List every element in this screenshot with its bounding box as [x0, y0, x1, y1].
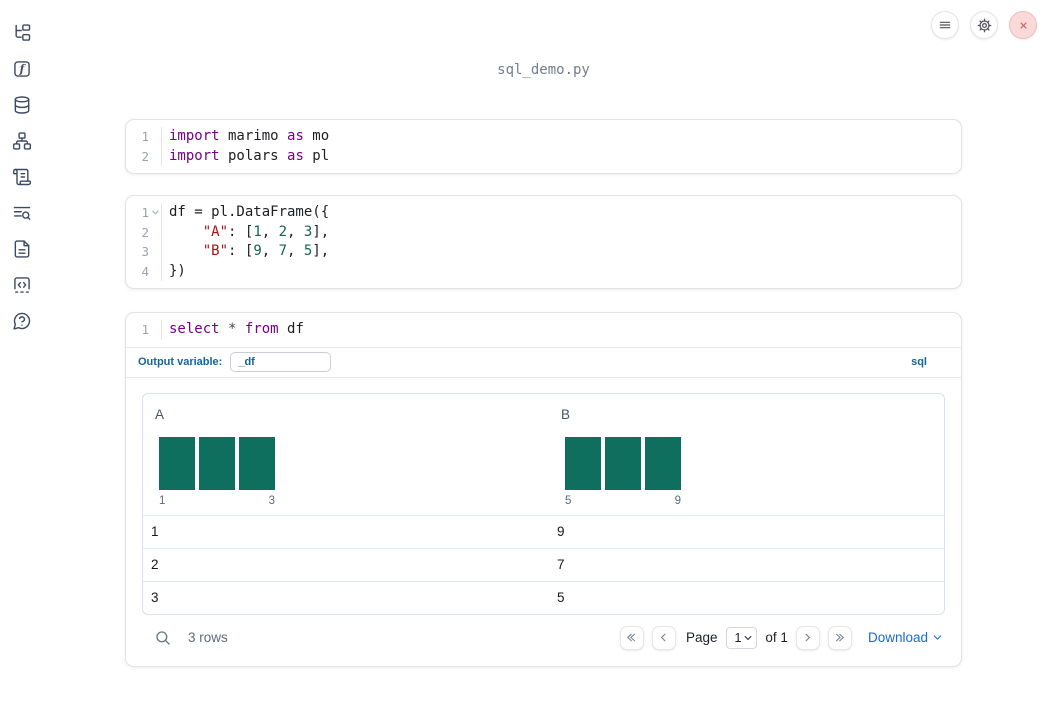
last-page-button[interactable]: [827, 625, 852, 650]
line-number: 1: [126, 320, 162, 340]
data-sources-icon[interactable]: [12, 95, 32, 115]
table-cell: 7: [557, 556, 565, 572]
histogram-bar: [199, 436, 235, 490]
sql-editor[interactable]: 1 select * from df: [126, 313, 961, 348]
code-line: 1 import marimo as mo: [126, 127, 961, 147]
dataframe-table: A13 B59 192735: [142, 392, 945, 615]
histogram-max-label: 9: [674, 494, 681, 507]
table-header-row: A13 B59: [143, 394, 944, 515]
cell-output: A13 B59 192735 3 rows Page 1 of 1 Downlo…: [126, 378, 961, 666]
column-name: A: [155, 406, 165, 422]
previous-page-button[interactable]: [651, 625, 676, 650]
settings-icon: [977, 18, 991, 32]
table-cell: 9: [557, 523, 565, 539]
chevrons-left-icon: [627, 633, 636, 642]
sql-cell-toolbar: Output variable: sql: [126, 347, 961, 378]
page-of-label: of 1: [765, 630, 788, 645]
column-header-a[interactable]: A13: [143, 394, 549, 515]
line-number: 1: [126, 203, 162, 223]
help-icon[interactable]: [12, 311, 32, 331]
pagination: Page 1 of 1 Download: [619, 625, 943, 650]
table-body: 192735: [143, 514, 944, 614]
code-text: select * from df: [169, 321, 304, 337]
table-cell: 3: [151, 589, 159, 605]
code-text: import polars as pl: [169, 147, 330, 164]
column-name: B: [561, 406, 571, 422]
fold-toggle-icon[interactable]: [151, 208, 160, 217]
code-editor[interactable]: 1 import marimo as mo 2 import polars as pl: [126, 120, 961, 173]
code-line: 3 "B": [9, 7, 5],: [126, 242, 961, 262]
row-count: 3 rows: [188, 630, 228, 645]
table-cell: 2: [151, 556, 159, 572]
line-number: 3: [126, 242, 162, 262]
table-footer: 3 rows Page 1 of 1 Download: [142, 623, 945, 653]
code-text: "A": [1, 2, 3],: [202, 223, 330, 240]
settings-button[interactable]: [970, 11, 998, 39]
language-badge: sql: [911, 356, 927, 368]
file-explorer-icon[interactable]: [12, 23, 32, 43]
line-number: 2: [126, 146, 162, 166]
code-line: 2 "A": [1, 2, 3],: [126, 222, 961, 242]
code-text: }): [169, 262, 186, 279]
chevron-right-icon: [806, 633, 811, 642]
chevron-left-icon: [661, 633, 666, 642]
shutdown-button[interactable]: [1009, 11, 1037, 39]
code-line: 1 df = pl.DataFrame({: [126, 203, 961, 223]
table-row: 27: [143, 547, 944, 581]
column-histogram: 59: [565, 436, 681, 508]
histogram-max-label: 3: [268, 494, 275, 507]
code-text: "B": [9, 7, 5],: [202, 243, 330, 259]
download-button[interactable]: Download: [868, 630, 943, 645]
helper-panel-sidebar: f: [0, 0, 44, 713]
output-variable-label: Output variable:: [138, 356, 223, 368]
notebook: sql_demo.py 1 import marimo as mo 2 import …: [125, 0, 962, 667]
page-select-value: 1: [734, 630, 742, 645]
functions-icon[interactable]: f: [12, 59, 32, 79]
histogram-bar: [239, 436, 275, 490]
code-line: 2 import polars as pl: [126, 146, 961, 166]
histogram-bar: [605, 436, 641, 490]
code-cell-dataframe: 1 df = pl.DataFrame({2 "A": [1, 2, 3], 3 "…: [125, 195, 962, 289]
histogram-min-label: 1: [159, 494, 166, 507]
notebook-filename[interactable]: sql_demo.py: [125, 62, 962, 79]
sql-cell: 1 select * from df Output variable: sql A…: [125, 312, 962, 667]
svg-text:f: f: [19, 63, 27, 76]
histogram-min-label: 5: [565, 494, 572, 507]
documentation-icon[interactable]: [12, 239, 32, 259]
scratchpad-icon[interactable]: [12, 167, 32, 187]
histogram-bar: [645, 436, 681, 490]
snippets-icon[interactable]: [12, 275, 32, 295]
line-number: 2: [126, 222, 162, 242]
table-cell: 5: [557, 589, 565, 605]
chevron-down-icon: [933, 635, 942, 640]
page-select[interactable]: 1: [726, 626, 758, 649]
code-editor[interactable]: 1 df = pl.DataFrame({2 "A": [1, 2, 3], 3 "…: [126, 196, 961, 288]
code-cell-imports: 1 import marimo as mo 2 import polars as pl: [125, 119, 962, 174]
first-page-button[interactable]: [619, 625, 644, 650]
histogram-bar: [159, 436, 195, 490]
line-number: 4: [126, 261, 162, 281]
page-label: Page: [685, 630, 718, 645]
code-line: 4}): [126, 261, 961, 281]
code-text: df = pl.DataFrame({: [169, 204, 330, 220]
dependency-graph-icon[interactable]: [12, 131, 32, 151]
column-header-b[interactable]: B59: [549, 394, 944, 515]
close-icon: [1019, 21, 1027, 29]
column-histogram: 13: [159, 436, 275, 508]
table-cell: 1: [151, 523, 159, 539]
logs-icon[interactable]: [12, 203, 32, 223]
output-variable-input[interactable]: [230, 352, 332, 372]
next-page-button[interactable]: [795, 625, 820, 650]
search-icon[interactable]: [152, 627, 174, 649]
histogram-bar: [565, 436, 601, 490]
table-row: 35: [143, 580, 944, 614]
download-label: Download: [867, 630, 928, 645]
chevron-down-icon: [744, 635, 752, 640]
code-line: 1 select * from df: [126, 320, 961, 340]
code-text: import marimo as mo: [169, 128, 330, 144]
line-number: 1: [126, 127, 162, 147]
table-row: 19: [143, 514, 944, 548]
chevrons-right-icon: [836, 633, 845, 642]
